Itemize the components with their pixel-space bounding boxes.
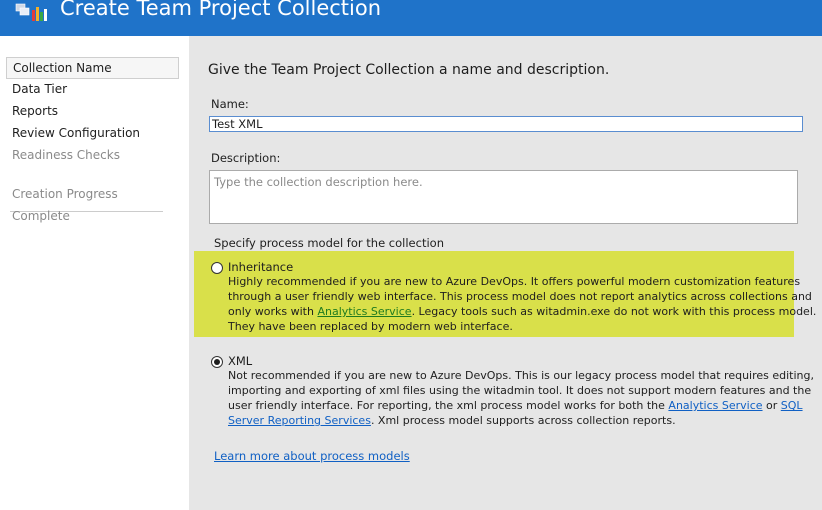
sidebar-item-data-tier[interactable]: Data Tier xyxy=(12,82,67,96)
xml-radio[interactable] xyxy=(211,356,223,368)
inheritance-desc-line2: through a user friendly web interface. T… xyxy=(228,290,812,303)
xml-desc-line4: Server Reporting Services. Xml process m… xyxy=(228,414,676,429)
xml-desc-line2: importing and exporting of xml files usi… xyxy=(228,384,812,397)
reporting-services-link[interactable]: Server Reporting Services xyxy=(228,414,371,427)
sidebar-item-readiness-checks: Readiness Checks xyxy=(12,148,120,162)
learn-more-link[interactable]: Learn more about process models xyxy=(214,449,410,463)
window-title: Create Team Project Collection xyxy=(60,0,382,20)
description-placeholder: Type the collection description here. xyxy=(214,175,423,189)
description-input[interactable]: Type the collection description here. xyxy=(209,170,798,224)
xml-line4-post: . Xml process model supports across coll… xyxy=(370,414,676,427)
team-project-collection-icon xyxy=(14,2,50,22)
inheritance-radio[interactable] xyxy=(211,262,223,274)
wizard-sidebar: Collection Name Data Tier Reports Review… xyxy=(0,36,189,510)
sql-link[interactable]: SQL xyxy=(781,399,803,412)
analytics-service-link-xml[interactable]: Analytics Service xyxy=(668,399,762,412)
inheritance-line3-pre: only works with xyxy=(228,305,318,318)
sidebar-item-collection-name[interactable]: Collection Name xyxy=(6,57,179,79)
inheritance-desc-line4: They have been replaced by modern web in… xyxy=(228,320,513,333)
sidebar-item-reports[interactable]: Reports xyxy=(12,104,58,118)
xml-desc-line1: Not recommended if you are new to Azure … xyxy=(228,369,815,382)
xml-title[interactable]: XML xyxy=(228,354,252,368)
xml-line3-pre: user friendly interface. For reporting, … xyxy=(228,399,669,412)
description-label: Description: xyxy=(211,151,281,165)
sidebar-item-creation-progress: Creation Progress xyxy=(12,187,118,201)
inheritance-title[interactable]: Inheritance xyxy=(228,260,293,274)
process-model-label: Specify process model for the collection xyxy=(214,236,444,250)
name-label: Name: xyxy=(211,97,249,111)
title-bar: Create Team Project Collection xyxy=(0,0,822,36)
sidebar-item-review-configuration[interactable]: Review Configuration xyxy=(12,126,140,140)
page-heading: Give the Team Project Collection a name … xyxy=(208,62,610,78)
name-input[interactable]: Test XML xyxy=(209,116,803,132)
xml-desc-line3: user friendly interface. For reporting, … xyxy=(228,399,803,414)
xml-line3-mid: or xyxy=(762,399,781,412)
inheritance-desc-line3: only works with Analytics Service. Legac… xyxy=(228,305,816,320)
sidebar-item-complete: Complete xyxy=(12,209,70,223)
main-panel: Give the Team Project Collection a name … xyxy=(189,36,822,510)
inheritance-desc-line1: Highly recommended if you are new to Azu… xyxy=(228,275,801,288)
inheritance-line3-post: . Legacy tools such as witadmin.exe do n… xyxy=(411,305,817,318)
analytics-service-link[interactable]: Analytics Service xyxy=(317,305,411,318)
